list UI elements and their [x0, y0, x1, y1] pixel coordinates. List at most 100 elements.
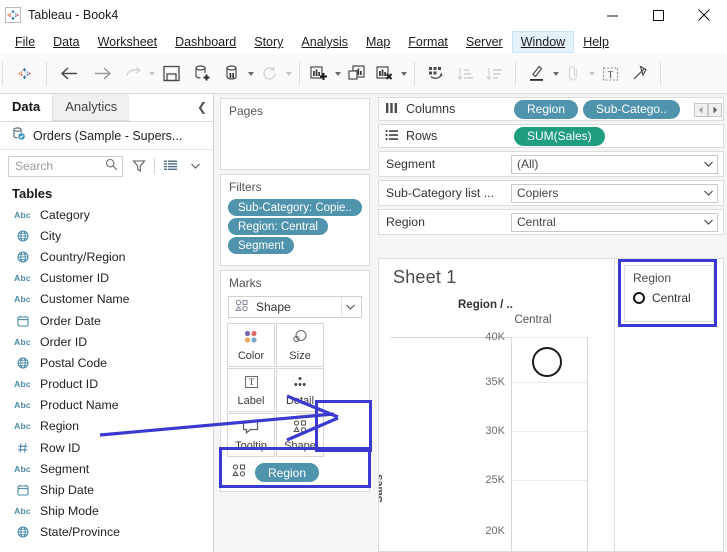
chevron-left-icon[interactable]: ❮	[197, 100, 207, 114]
shape-encoding-pill[interactable]: Region	[255, 463, 319, 482]
filter-icon[interactable]	[129, 156, 148, 177]
tab-analytics[interactable]: Analytics	[53, 94, 129, 121]
menu-item-story[interactable]: Story	[245, 31, 292, 53]
columns-shelf[interactable]: Columns Region Sub-Catego..	[378, 97, 724, 121]
field-state-province[interactable]: State/Province	[0, 522, 213, 543]
group-members-icon[interactable]	[560, 60, 587, 88]
grid-view-icon[interactable]	[161, 156, 180, 177]
menu-item-dashboard[interactable]: Dashboard	[166, 31, 245, 53]
shape-button[interactable]: Shape	[276, 413, 324, 457]
search-input[interactable]	[8, 156, 123, 177]
field-postal-code[interactable]: Postal Code	[0, 352, 213, 373]
menu-item-help[interactable]: Help	[574, 31, 618, 53]
pause-auto-update-icon[interactable]	[219, 60, 246, 88]
refresh-caret-icon[interactable]	[284, 72, 293, 76]
maximize-icon[interactable]	[635, 0, 681, 30]
columns-shelf-scrollbar[interactable]	[694, 103, 722, 117]
chevron-down-icon[interactable]	[341, 297, 359, 317]
menu-item-format[interactable]: Format	[399, 31, 457, 53]
size-button[interactable]: Size	[276, 323, 324, 367]
menu-item-worksheet[interactable]: Worksheet	[89, 31, 167, 53]
columns-shelf-content[interactable]: Region Sub-Catego..	[511, 100, 723, 119]
rows-shelf[interactable]: Rows SUM(Sales)	[378, 124, 724, 148]
clear-sheet-icon[interactable]	[372, 60, 399, 88]
show-mark-labels-icon[interactable]: T	[596, 60, 625, 88]
back-arrow-icon[interactable]	[53, 60, 86, 88]
rows-pill-sum-sales[interactable]: SUM(Sales)	[514, 127, 605, 146]
scroll-right-icon[interactable]	[708, 103, 722, 117]
quick-filter-region-dropdown[interactable]: Central	[511, 213, 718, 232]
mark-type-dropdown[interactable]: Shape	[228, 296, 362, 318]
minimize-icon[interactable]	[589, 0, 635, 30]
chevron-down-icon[interactable]	[700, 156, 717, 173]
pages-card[interactable]: Pages	[220, 98, 370, 170]
field-country-region[interactable]: Country/Region	[0, 246, 213, 267]
field-product-id[interactable]: AbcProduct ID	[0, 374, 213, 395]
highlight-caret-icon[interactable]	[551, 72, 560, 76]
field-segment[interactable]: AbcSegment	[0, 458, 213, 479]
undo-redo-icon[interactable]	[119, 60, 147, 88]
field-ship-mode[interactable]: AbcShip Mode	[0, 501, 213, 522]
clear-sheet-caret-icon[interactable]	[399, 72, 408, 76]
detail-button[interactable]: Detail	[276, 368, 324, 412]
save-icon[interactable]	[156, 60, 187, 88]
new-worksheet-caret-icon[interactable]	[333, 72, 342, 76]
highlight-icon[interactable]	[522, 60, 551, 88]
tooltip-button[interactable]: Tooltip	[227, 413, 275, 457]
new-worksheet-icon[interactable]	[306, 60, 333, 88]
pause-caret-icon[interactable]	[246, 72, 255, 76]
filter-pill-region[interactable]: Region: Central	[228, 218, 328, 235]
scroll-left-icon[interactable]	[694, 103, 708, 117]
tableau-home-icon[interactable]	[9, 60, 40, 88]
columns-pill-region[interactable]: Region	[514, 100, 578, 119]
undo-redo-caret-icon[interactable]	[147, 72, 156, 76]
refresh-icon[interactable]	[255, 60, 284, 88]
quick-filter-region[interactable]: Region Central	[378, 209, 724, 235]
mark-circle-central[interactable]	[532, 347, 562, 377]
sort-descending-icon[interactable]	[480, 60, 509, 88]
swap-rows-columns-icon[interactable]	[421, 60, 451, 88]
chevron-down-icon[interactable]	[700, 214, 717, 231]
legend-item-central[interactable]: Central	[625, 285, 713, 305]
filters-card[interactable]: Filters Sub-Category: Copie.. Region: Ce…	[220, 174, 370, 266]
data-source-row[interactable]: Orders (Sample - Supers...	[0, 122, 213, 150]
close-icon[interactable]	[681, 0, 727, 30]
color-button[interactable]: Color	[227, 323, 275, 367]
group-caret-icon[interactable]	[587, 72, 596, 76]
forward-arrow-icon[interactable]	[86, 60, 119, 88]
field-row-id[interactable]: Row ID	[0, 437, 213, 458]
menu-item-data[interactable]: Data	[44, 31, 88, 53]
menu-item-window[interactable]: Window	[512, 31, 574, 53]
field-order-id[interactable]: AbcOrder ID	[0, 331, 213, 352]
label-button[interactable]: T Label	[227, 368, 275, 412]
field-category[interactable]: AbcCategory	[0, 204, 213, 225]
chevron-down-icon[interactable]	[186, 156, 205, 177]
field-ship-date[interactable]: Ship Date	[0, 479, 213, 500]
sort-ascending-icon[interactable]	[451, 60, 480, 88]
filter-pill-segment[interactable]: Segment	[228, 237, 294, 254]
new-data-source-icon[interactable]	[187, 60, 219, 88]
tab-data[interactable]: Data	[0, 94, 53, 121]
menu-item-file[interactable]: File	[6, 31, 44, 53]
quick-filter-segment-dropdown[interactable]: (All)	[511, 155, 718, 174]
filter-pill-sub-category[interactable]: Sub-Category: Copie..	[228, 199, 362, 216]
menu-item-map[interactable]: Map	[357, 31, 399, 53]
field-customer-name[interactable]: AbcCustomer Name	[0, 289, 213, 310]
chevron-down-icon[interactable]	[700, 185, 717, 202]
field-product-name[interactable]: AbcProduct Name	[0, 395, 213, 416]
quick-filter-segment[interactable]: Segment (All)	[378, 151, 724, 177]
menu-item-analysis[interactable]: Analysis	[292, 31, 357, 53]
field-order-date[interactable]: Order Date	[0, 310, 213, 331]
duplicate-sheet-icon[interactable]	[342, 60, 372, 88]
search-icon[interactable]	[105, 158, 118, 174]
field-customer-id[interactable]: AbcCustomer ID	[0, 268, 213, 289]
field-region[interactable]: AbcRegion	[0, 416, 213, 437]
quick-filter-sub-category[interactable]: Sub-Category list ... Copiers	[378, 180, 724, 206]
quick-filter-sub-category-dropdown[interactable]: Copiers	[511, 184, 718, 203]
field-city[interactable]: City	[0, 225, 213, 246]
rows-shelf-content[interactable]: SUM(Sales)	[511, 127, 723, 146]
fix-axes-icon[interactable]	[625, 60, 654, 88]
columns-pill-sub-category[interactable]: Sub-Catego..	[583, 100, 680, 119]
shape-legend-card[interactable]: Region Central	[624, 265, 714, 322]
search-field[interactable]	[13, 158, 105, 174]
